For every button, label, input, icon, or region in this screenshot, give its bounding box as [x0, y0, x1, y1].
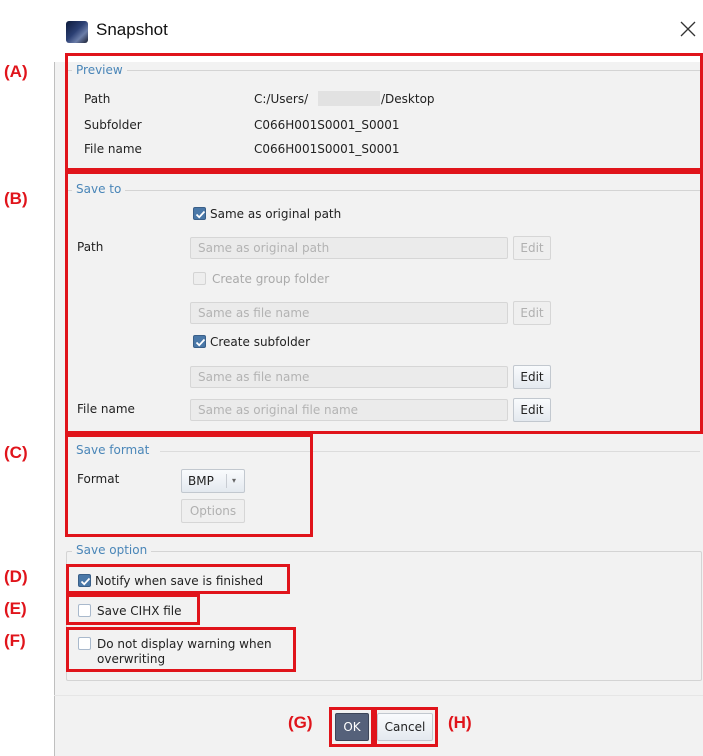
- annotation-box-h: [374, 707, 438, 747]
- annotation-box-c: [65, 434, 313, 537]
- app-camera-icon: [66, 21, 88, 43]
- annotation-label-c: (C): [4, 443, 28, 462]
- annotation-box-e: [66, 594, 200, 625]
- close-icon[interactable]: [677, 18, 699, 40]
- annotation-box-a: [65, 53, 703, 171]
- dialog-title: Snapshot: [96, 20, 168, 39]
- annotation-label-a: (A): [4, 62, 28, 81]
- annotation-box-g: [329, 707, 374, 747]
- annotation-label-g: (G): [288, 713, 313, 732]
- annotation-label-f: (F): [4, 631, 26, 650]
- annotation-label-d: (D): [4, 567, 28, 586]
- footer-divider: [54, 695, 703, 696]
- annotation-box-b: [65, 171, 703, 434]
- annotation-label-e: (E): [4, 599, 27, 618]
- annotation-label-b: (B): [4, 189, 28, 208]
- annotation-box-f: [66, 627, 296, 672]
- annotation-box-d: [66, 564, 290, 594]
- save-option-legend: Save option: [72, 543, 152, 557]
- annotation-label-h: (H): [448, 713, 472, 732]
